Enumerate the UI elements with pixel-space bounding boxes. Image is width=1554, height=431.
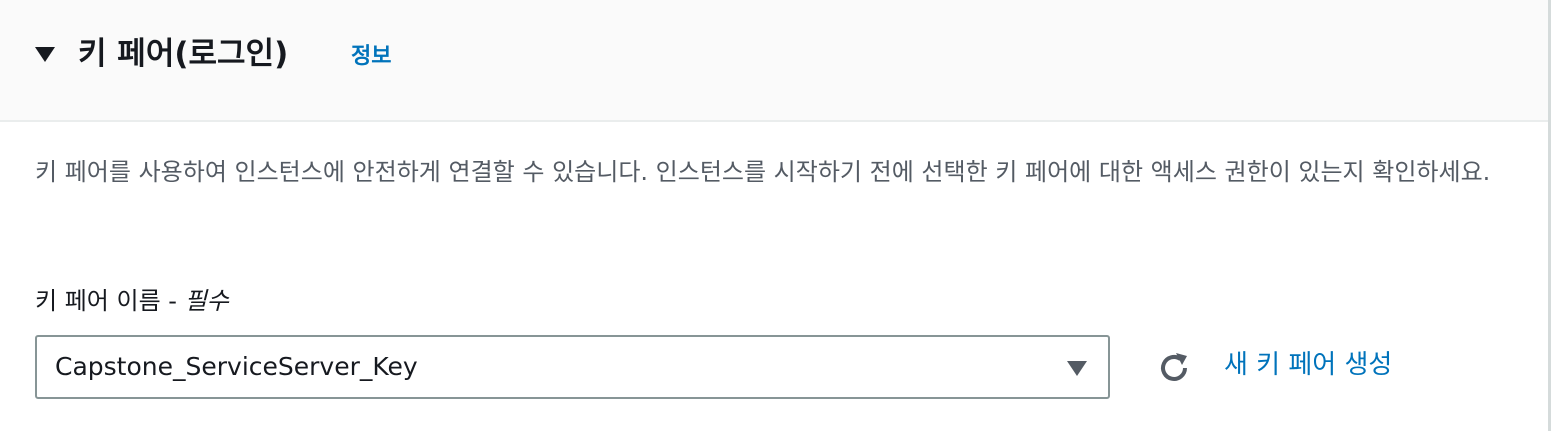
refresh-icon-graphic bbox=[1161, 353, 1187, 381]
section-title: 키 페어(로그인) bbox=[78, 36, 289, 72]
key-pair-select[interactable]: Capstone_ServiceServer_Key bbox=[35, 335, 1110, 399]
key-pair-panel: 키 페어(로그인) 정보 키 페어를 사용하여 인스턴스에 안전하게 연결할 수… bbox=[0, 0, 1551, 431]
info-link[interactable]: 정보 bbox=[351, 42, 391, 72]
key-pair-name-label: 키 페어 이름 - 필수 bbox=[35, 283, 229, 319]
section-description: 키 페어를 사용하여 인스턴스에 안전하게 연결할 수 있습니다. 인스턴스를 … bbox=[35, 158, 1491, 186]
caret-down-icon bbox=[1067, 361, 1087, 376]
panel-header: 키 페어(로그인) 정보 bbox=[0, 0, 1548, 122]
field-label-text: 키 페어 이름 - bbox=[35, 287, 185, 315]
selected-key-pair: Capstone_ServiceServer_Key bbox=[55, 352, 418, 381]
required-marker: 필수 bbox=[184, 287, 229, 315]
collapse-caret-icon[interactable] bbox=[35, 47, 55, 62]
refresh-icon[interactable] bbox=[1156, 350, 1192, 386]
create-new-key-pair-link[interactable]: 새 키 페어 생성 bbox=[1224, 347, 1392, 383]
